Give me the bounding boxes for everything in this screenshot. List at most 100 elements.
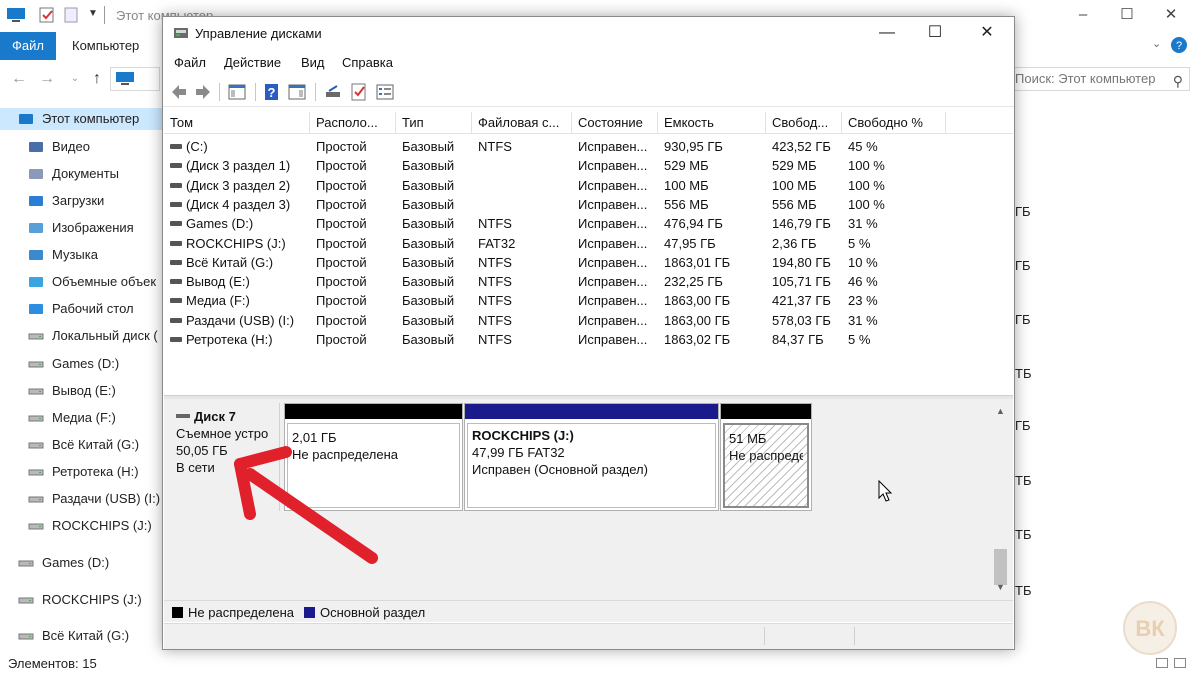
nav-item[interactable]: Видео bbox=[0, 136, 162, 158]
table-row[interactable]: ROCKCHIPS (J:) Простой Базовый FAT32 Исправе… bbox=[164, 234, 1013, 253]
nav-item[interactable]: Локальный диск ( bbox=[0, 325, 162, 347]
legend-swatch-unallocated bbox=[172, 607, 183, 618]
nav-item[interactable]: Вывод (E:) bbox=[0, 380, 162, 402]
dm-toolbar: ? bbox=[163, 77, 1014, 107]
nav-item[interactable]: Ретротека (H:) bbox=[0, 461, 162, 483]
table-cell: Простой bbox=[316, 216, 367, 232]
table-cell: Базовый bbox=[402, 312, 455, 328]
table-cell: NTFS bbox=[478, 293, 512, 309]
menu-file[interactable]: Файл bbox=[174, 55, 206, 70]
large-icons-view-icon[interactable] bbox=[1174, 658, 1186, 668]
local-disk-icon bbox=[28, 329, 44, 343]
tab-file[interactable]: Файл bbox=[0, 32, 56, 60]
connect-disk-icon[interactable] bbox=[323, 82, 343, 102]
chevron-down-icon[interactable]: ⌄ bbox=[1152, 37, 1161, 50]
table-cell: 100 % bbox=[848, 158, 885, 174]
address-field[interactable] bbox=[110, 67, 160, 91]
table-row[interactable]: Всё Китай (G:) Простой Базовый NTFS Исправен… bbox=[164, 253, 1013, 272]
scroll-down-icon[interactable]: ▼ bbox=[992, 579, 1009, 596]
dm-titlebar: Управление дисками — ☐ ✕ bbox=[163, 17, 1014, 49]
dm-close-button[interactable]: ✕ bbox=[963, 17, 1011, 49]
quick-access-dropdown[interactable]: ▼ bbox=[88, 8, 98, 26]
volume-icon bbox=[170, 182, 182, 188]
nav-item[interactable]: Рабочий стол bbox=[0, 298, 162, 320]
table-row[interactable]: (Диск 4 раздел 3) Простой Базовый Исправен.… bbox=[164, 195, 1013, 214]
drive-size-unit: ГБ bbox=[1015, 258, 1031, 273]
up-arrow-icon[interactable]: ↑ bbox=[88, 70, 106, 88]
recent-locations-icon[interactable]: ⌄ bbox=[66, 70, 84, 88]
column-header[interactable]: Располо... bbox=[310, 112, 396, 134]
nav-item[interactable]: Всё Китай (G:) bbox=[0, 434, 162, 456]
show-hide-console-tree-icon[interactable] bbox=[227, 82, 247, 102]
nav-item[interactable]: Games (D:) bbox=[0, 552, 162, 574]
properties-icon[interactable] bbox=[38, 6, 56, 24]
table-row[interactable]: (C:) Простой Базовый NTFS Исправен... 930,95 … bbox=[164, 137, 1013, 156]
forward-arrow-icon[interactable]: → bbox=[38, 70, 56, 88]
close-button[interactable]: ✕ bbox=[1148, 2, 1194, 28]
nav-item-label: Музыка bbox=[52, 247, 98, 262]
nav-item[interactable]: ROCKCHIPS (J:) bbox=[0, 589, 162, 611]
table-row[interactable]: (Диск 3 раздел 1) Простой Базовый Исправен.… bbox=[164, 156, 1013, 175]
nav-item[interactable]: Медиа (F:) bbox=[0, 407, 162, 429]
column-header[interactable]: Состояние bbox=[572, 112, 658, 134]
drive-size-unit: ГБ bbox=[1015, 204, 1031, 219]
toolbar-separator bbox=[219, 83, 220, 101]
nav-item[interactable]: Изображения bbox=[0, 217, 162, 239]
list-view-icon[interactable] bbox=[375, 82, 395, 102]
table-row[interactable]: Ретротека (H:) Простой Базовый NTFS Исправен… bbox=[164, 330, 1013, 349]
dm-maximize-button[interactable]: ☐ bbox=[911, 17, 959, 49]
table-cell: 1863,00 ГБ bbox=[664, 312, 731, 328]
column-header[interactable]: Тип bbox=[396, 112, 472, 134]
column-header[interactable]: Свобод... bbox=[766, 112, 842, 134]
volume-name: Games (D:) bbox=[186, 216, 254, 232]
menu-view[interactable]: Вид bbox=[301, 55, 325, 70]
nav-item[interactable]: Раздачи (USB) (I:) bbox=[0, 488, 162, 510]
nav-item[interactable]: Объемные объек bbox=[0, 271, 162, 293]
show-hide-action-pane-icon[interactable] bbox=[287, 82, 307, 102]
table-row[interactable]: Медиа (F:) Простой Базовый NTFS Исправен... 1… bbox=[164, 291, 1013, 310]
menu-action[interactable]: Действие bbox=[224, 55, 281, 70]
nav-item[interactable]: ROCKCHIPS (J:) bbox=[0, 515, 162, 537]
details-view-icon[interactable] bbox=[1156, 658, 1168, 668]
partition-rockchips[interactable]: ROCKCHIPS (J:) 47,99 ГБ FAT32 Исправен (… bbox=[464, 403, 719, 511]
svg-text:ВК: ВК bbox=[1135, 616, 1165, 641]
menu-help[interactable]: Справка bbox=[342, 55, 393, 70]
table-row[interactable]: Вывод (E:) Простой Базовый NTFS Исправен... 2… bbox=[164, 272, 1013, 291]
partition-bar bbox=[465, 404, 718, 419]
dm-minimize-button[interactable]: — bbox=[863, 17, 911, 49]
new-folder-icon[interactable] bbox=[64, 6, 80, 24]
back-arrow-icon[interactable] bbox=[169, 82, 189, 102]
nav-item[interactable]: Загрузки bbox=[0, 190, 162, 212]
partition-body: ROCKCHIPS (J:) 47,99 ГБ FAT32 Исправен (… bbox=[467, 423, 716, 508]
minimize-button[interactable]: – bbox=[1060, 2, 1106, 28]
table-row[interactable]: Games (D:) Простой Базовый NTFS Исправен... 4… bbox=[164, 214, 1013, 233]
nav-item[interactable]: Музыка bbox=[0, 244, 162, 266]
graph-vertical-scrollbar[interactable]: ▲ ▼ bbox=[992, 403, 1009, 617]
search-icon: ⚲ bbox=[1172, 73, 1183, 89]
table-row[interactable]: Раздачи (USB) (I:) Простой Базовый NTFS Испр… bbox=[164, 311, 1013, 330]
help-icon[interactable]: ? bbox=[1170, 36, 1188, 54]
nav-item[interactable]: Games (D:) bbox=[0, 353, 162, 375]
nav-item[interactable]: Этот компьютер bbox=[0, 108, 162, 130]
3d-objects-folder-icon bbox=[28, 275, 44, 289]
table-cell: Исправен... bbox=[578, 216, 648, 232]
forward-arrow-icon[interactable] bbox=[193, 82, 213, 102]
table-cell: Исправен... bbox=[578, 332, 648, 347]
back-arrow-icon[interactable]: ← bbox=[10, 70, 28, 88]
search-input[interactable]: Поиск: Этот компьютер ⚲ bbox=[1000, 67, 1190, 91]
column-header[interactable]: Емкость bbox=[658, 112, 766, 134]
column-header[interactable]: Свободно % bbox=[842, 112, 946, 134]
properties-icon[interactable] bbox=[349, 82, 369, 102]
tab-computer[interactable]: Компьютер bbox=[72, 32, 139, 60]
column-header[interactable]: Том bbox=[164, 112, 310, 134]
maximize-button[interactable]: ☐ bbox=[1104, 2, 1150, 28]
scroll-up-icon[interactable]: ▲ bbox=[992, 403, 1009, 420]
nav-item[interactable]: Всё Китай (G:) bbox=[0, 625, 162, 647]
column-header[interactable]: Файловая с... bbox=[472, 112, 572, 134]
table-cell bbox=[472, 195, 572, 214]
table-row[interactable]: (Диск 3 раздел 2) Простой Базовый Исправен.… bbox=[164, 176, 1013, 195]
nav-item[interactable]: Документы bbox=[0, 163, 162, 185]
partition-unallocated-2[interactable]: 51 МБ Не распреде bbox=[720, 403, 812, 511]
volume-name: (Диск 3 раздел 1) bbox=[186, 158, 291, 174]
help-icon[interactable]: ? bbox=[262, 82, 282, 102]
